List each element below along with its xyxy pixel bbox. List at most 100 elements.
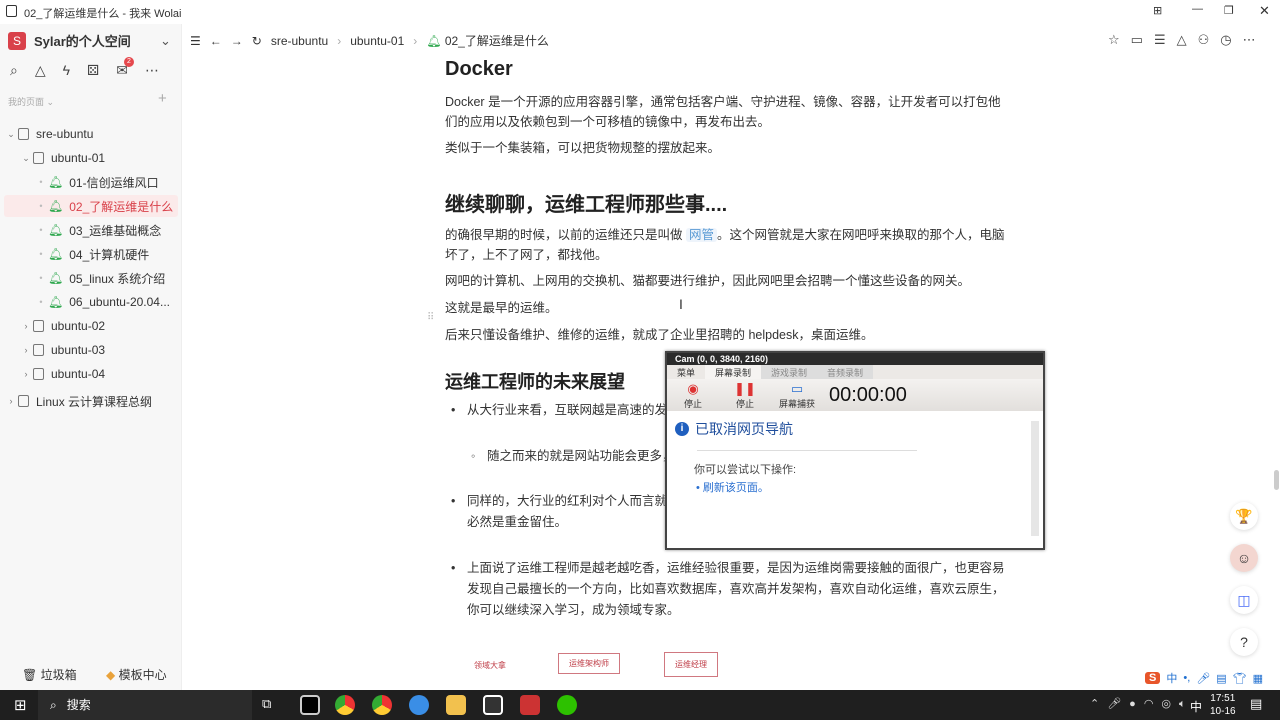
chevron-right-icon[interactable]: › [19, 345, 33, 355]
chevron-right-icon[interactable]: • [34, 249, 48, 259]
windows-start-icon[interactable]: ⊞ [14, 696, 27, 714]
cam-tab[interactable]: 菜单 [667, 365, 705, 379]
sidebar-item[interactable]: • 🔔︎ 03_运维基础概念 [4, 219, 178, 241]
maximize-button[interactable]: ❐ [1224, 4, 1234, 17]
capture-button[interactable]: ▭ 屏幕捕获 [771, 381, 823, 410]
sidebar-item[interactable]: › ubuntu-04 [4, 363, 178, 385]
help-icon[interactable]: ? [1230, 628, 1258, 656]
chevron-right-icon[interactable]: • [34, 297, 48, 307]
recorder-icon[interactable] [520, 695, 540, 715]
comment-icon[interactable]: ▭ [1131, 32, 1143, 48]
wechat-icon[interactable] [557, 695, 577, 715]
graph-icon[interactable]: △ [35, 62, 46, 79]
graph-icon[interactable]: △ [1177, 32, 1187, 48]
outline-icon[interactable]: ☰ [1154, 32, 1166, 48]
chrome-icon[interactable] [335, 695, 355, 715]
minimize-button[interactable]: — [1192, 3, 1203, 15]
bell-icon: 🔔︎ [48, 175, 64, 189]
close-button[interactable]: ✕ [1259, 3, 1270, 19]
tray-icons[interactable]: ⌃🎤︎●◠◎🔈︎ [1090, 697, 1194, 711]
layout-icon[interactable]: ⊞ [1153, 4, 1162, 17]
cam-tab[interactable]: 音频录制 [817, 365, 874, 379]
menu-icon[interactable]: ☰ [190, 34, 201, 48]
cam-tab[interactable]: 游戏录制 [761, 365, 818, 379]
chevron-right-icon[interactable]: • [34, 177, 48, 187]
template-icon: ◆ [106, 668, 116, 682]
sogou-icon: S [1145, 672, 1161, 684]
mic-icon: 🎤︎ [1196, 672, 1211, 685]
help-bot-icon[interactable]: ◫ [1230, 586, 1258, 614]
browser-icon[interactable] [409, 695, 429, 715]
chevron-right-icon[interactable]: › [4, 396, 18, 406]
sidebar-item[interactable]: › Linux 云计算课程总纲 [4, 390, 178, 412]
terminal-icon[interactable] [300, 695, 320, 715]
workspace-switcher[interactable]: S Sylar的个人空间 ⌄ [8, 31, 171, 50]
breadcrumb-item[interactable]: ubuntu-01 [350, 34, 404, 48]
search-box[interactable]: ⌕ 搜索 [38, 690, 252, 720]
search-icon: ⌕ [50, 698, 57, 712]
chevron-right-icon[interactable]: › [19, 369, 33, 379]
task-view-icon[interactable]: ⧉ [262, 696, 271, 712]
notification-icon[interactable]: ▤ [1250, 696, 1262, 712]
add-page-button[interactable]: + [158, 90, 167, 107]
sidebar: S Sylar的个人空间 ⌄ ⌕ △ ϟ ⚄ ✉ 2 ⋯ 我的页面 ⌄ + ⌄ sr… [0, 24, 182, 690]
breadcrumb-item[interactable]: sre-ubuntu [271, 34, 328, 48]
trophy-icon[interactable]: 🏆 [1230, 502, 1258, 530]
chevron-right-icon[interactable]: • [34, 225, 48, 235]
flash-icon[interactable]: ϟ [63, 62, 70, 79]
back-icon[interactable]: ← [210, 34, 222, 48]
heading-docker: Docker [445, 58, 513, 80]
trash-icon: 🗑 [22, 668, 38, 682]
breadcrumb-item[interactable]: 🔔︎ 02_了解运维是什么 [426, 32, 549, 49]
share-icon[interactable]: ⚇ [1198, 32, 1210, 48]
dice-icon[interactable]: ⚄ [87, 62, 99, 79]
search-icon[interactable]: ⌕ [10, 62, 18, 79]
info-icon: i [675, 422, 689, 436]
workspace-name: Sylar的个人空间 [34, 34, 131, 49]
chevron-down-icon[interactable]: ⌄ [19, 153, 33, 164]
sidebar-item[interactable]: ⌄ sre-ubuntu [4, 123, 178, 145]
star-icon[interactable]: ☆ [1108, 32, 1120, 48]
breadcrumb: ☰ ← → ↻ sre-ubuntu › ubuntu-01 › 🔔︎ 02_了解运… [190, 32, 549, 49]
chevron-down-icon[interactable]: ⌄ [4, 129, 18, 140]
chevron-right-icon[interactable]: › [19, 321, 33, 331]
drag-handle[interactable]: ⠿ [427, 312, 434, 323]
sketch-label: 领域大拿 [474, 661, 506, 670]
chrome-icon[interactable] [372, 695, 392, 715]
ime-indicator[interactable]: 中 [1190, 698, 1202, 715]
page-icon [33, 368, 44, 380]
sidebar-item[interactable]: › ubuntu-02 [4, 315, 178, 337]
refresh-link[interactable]: • 刷新该页面。 [696, 479, 769, 495]
wolai-icon[interactable] [483, 695, 503, 715]
templates-button[interactable]: ◆ 模板中心 [106, 666, 167, 683]
sidebar-item[interactable]: • 🔔︎ 06_ubuntu-20.04... [4, 291, 178, 313]
sidebar-item[interactable]: › ubuntu-03 [4, 339, 178, 361]
history-icon[interactable]: ◷ [1220, 32, 1231, 48]
scrollbar[interactable] [1031, 421, 1039, 536]
paragraph: 后来只懂设备维护、维修的运维，就成了企业里招聘的 helpdesk，桌面运维。 [445, 328, 874, 342]
inbox-icon[interactable]: ✉ 2 [116, 57, 134, 79]
sidebar-item[interactable]: ⌄ ubuntu-01 [4, 147, 178, 169]
sidebar-item-label: Linux 云计算课程总纲 [36, 394, 153, 409]
pause-button[interactable]: ❚❚ 停止 [719, 381, 771, 410]
folder-icon[interactable] [446, 695, 466, 715]
ime-toolbar[interactable]: S 中 •, 🎤︎ ▤ 👕︎ ▦ [1145, 670, 1263, 686]
more-icon[interactable]: ⋯ [1243, 32, 1256, 48]
trash-button[interactable]: 🗑 垃圾箱 [22, 666, 77, 683]
clock[interactable]: 17:51 10-16 [1210, 692, 1236, 718]
chevron-right-icon[interactable]: • [34, 201, 48, 211]
chevron-right-icon[interactable]: • [34, 273, 48, 283]
cam-tab[interactable]: 屏幕录制 [705, 365, 762, 379]
stop-button[interactable]: ◉ 停止 [667, 381, 719, 410]
sidebar-item[interactable]: • 🔔︎ 04_计算机硬件 [4, 243, 178, 265]
sidebar-item-label: 05_linux 系统介绍 [69, 271, 166, 286]
sidebar-item[interactable]: • 🔔︎ 02_了解运维是什么 [4, 195, 178, 217]
sidebar-item[interactable]: • 🔔︎ 01-信创运维风口 [4, 171, 178, 193]
refresh-icon[interactable]: ↻ [252, 34, 262, 48]
sidebar-item[interactable]: • 🔔︎ 05_linux 系统介绍 [4, 267, 178, 289]
text-cursor-icon: I [679, 296, 683, 312]
forward-icon[interactable]: → [231, 34, 243, 48]
more-icon[interactable]: ⋯ [145, 62, 159, 79]
scrollbar[interactable] [1274, 470, 1279, 490]
avatar[interactable]: ☺ [1230, 544, 1258, 572]
